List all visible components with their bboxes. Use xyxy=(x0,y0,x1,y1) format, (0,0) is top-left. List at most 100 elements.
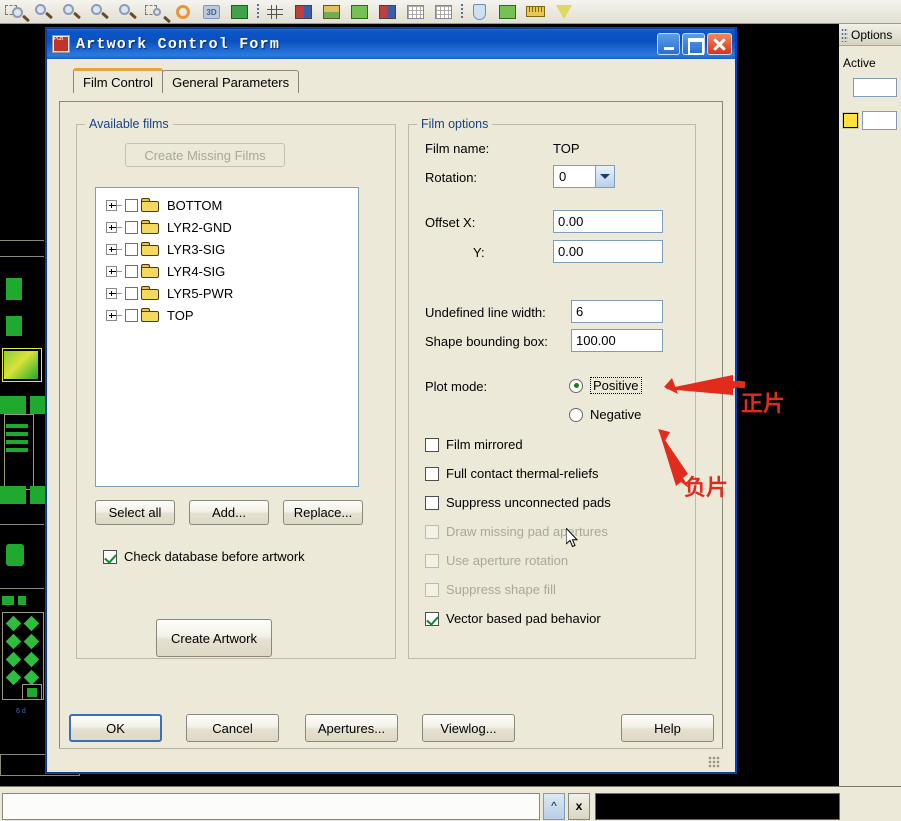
film-checkbox[interactable] xyxy=(125,242,138,256)
color-swatch-icon[interactable] xyxy=(842,112,859,129)
plot-mode-label: Plot mode: xyxy=(425,379,488,394)
dialog-titlebar[interactable]: Artwork Control Form xyxy=(47,29,735,59)
cancel-button[interactable]: Cancel xyxy=(186,714,279,742)
film-checkbox[interactable] xyxy=(125,286,138,300)
help-button[interactable]: Help xyxy=(621,714,714,742)
plot-mode-positive-radio[interactable] xyxy=(569,378,583,393)
expand-icon[interactable] xyxy=(106,243,117,255)
rotation-select[interactable]: 0 xyxy=(553,165,615,188)
zoom-window-icon[interactable] xyxy=(142,1,170,23)
film-checkbox[interactable] xyxy=(125,264,138,278)
expand-icon[interactable] xyxy=(106,287,117,299)
full-contact-thermal-reliefs-row[interactable]: Full contact thermal-reliefs xyxy=(425,466,598,481)
drill-legend-icon[interactable] xyxy=(290,1,318,23)
padstack-icon[interactable] xyxy=(318,1,346,23)
zoom-out-icon[interactable] xyxy=(58,1,86,23)
active-subclass-field[interactable] xyxy=(862,111,897,130)
color-setup-icon[interactable] xyxy=(226,1,254,23)
apertures-label: Apertures... xyxy=(317,720,386,736)
expand-icon[interactable] xyxy=(106,199,117,211)
command-input[interactable] xyxy=(2,793,540,820)
dialog-statusbar xyxy=(59,748,723,770)
viewlog-button[interactable]: Viewlog... xyxy=(422,714,515,742)
films-tree[interactable]: BOTTOM LYR2-GND LYR3-SIG LYR4-SIG LYR5-P… xyxy=(95,187,359,487)
chevron-down-icon[interactable] xyxy=(595,166,614,187)
vector-based-pad-behavior-checkbox[interactable] xyxy=(425,611,439,626)
plot-mode-negative-label: Negative xyxy=(590,407,642,422)
zoom-previous-icon[interactable] xyxy=(114,1,142,23)
ruler-icon[interactable] xyxy=(522,1,550,23)
offset-x-input[interactable]: 0.00 xyxy=(553,210,663,233)
dialog-title: Artwork Control Form xyxy=(76,35,281,53)
redraw-circle-icon[interactable] xyxy=(170,1,198,23)
wedge-icon[interactable] xyxy=(550,1,578,23)
options-panel: Options Active xyxy=(838,24,901,786)
add-button[interactable]: Add... xyxy=(189,500,269,525)
matrix-icon[interactable] xyxy=(430,1,458,23)
film-row-top[interactable]: TOP xyxy=(96,304,358,326)
shield-icon[interactable] xyxy=(466,1,494,23)
film-name-label: Film name: xyxy=(425,141,490,156)
view-3d-icon[interactable]: 3D xyxy=(198,1,226,23)
select-all-button[interactable]: Select all xyxy=(95,500,175,525)
grid-icon[interactable] xyxy=(262,1,290,23)
active-subclass-row xyxy=(842,111,897,130)
film-mirrored-checkbox[interactable] xyxy=(425,437,439,452)
plot-mode-negative-radio-row[interactable]: Negative xyxy=(569,407,641,422)
shape-bounding-box-input[interactable]: 100.00 xyxy=(571,329,663,352)
expand-icon[interactable] xyxy=(106,265,117,277)
film-row-lyr3-sig[interactable]: LYR3-SIG xyxy=(96,238,358,260)
app-toolbar: 3D xyxy=(0,0,901,24)
offset-y-input[interactable]: 0.00 xyxy=(553,240,663,263)
replace-button[interactable]: Replace... xyxy=(283,500,363,525)
suppress-unconnected-pads-checkbox[interactable] xyxy=(425,495,439,510)
create-missing-films-button[interactable]: Create Missing Films xyxy=(125,143,285,167)
ok-button[interactable]: OK xyxy=(69,714,162,742)
select-all-label: Select all xyxy=(108,505,162,520)
check-database-checkbox[interactable] xyxy=(103,549,117,564)
window-buttons xyxy=(657,33,732,55)
table-icon[interactable] xyxy=(402,1,430,23)
layer-stack-icon[interactable] xyxy=(374,1,402,23)
plot-mode-positive-radio-row[interactable]: Positive xyxy=(569,377,642,394)
film-row-lyr5-pwr[interactable]: LYR5-PWR xyxy=(96,282,358,304)
resize-grip-icon[interactable] xyxy=(708,756,720,768)
tab-general-parameters[interactable]: General Parameters xyxy=(162,70,300,93)
expand-icon[interactable] xyxy=(106,221,117,233)
create-artwork-button[interactable]: Create Artwork xyxy=(156,619,272,657)
active-class-field[interactable] xyxy=(853,78,897,97)
zoom-area-icon[interactable] xyxy=(2,1,30,23)
options-panel-header[interactable]: Options xyxy=(839,24,901,46)
undefined-line-width-input[interactable]: 6 xyxy=(571,300,663,323)
film-row-lyr2-gnd[interactable]: LYR2-GND xyxy=(96,216,358,238)
panel-grip-icon[interactable] xyxy=(841,27,848,42)
undefined-line-width-label: Undefined line width: xyxy=(425,305,546,320)
film-checkbox[interactable] xyxy=(125,198,138,212)
command-history-up-icon[interactable]: ^ xyxy=(543,793,565,820)
film-row-bottom[interactable]: BOTTOM xyxy=(96,194,358,216)
thermal-icon[interactable] xyxy=(346,1,374,23)
vector-based-pad-behavior-row[interactable]: Vector based pad behavior xyxy=(425,611,601,626)
full-contact-thermal-reliefs-checkbox[interactable] xyxy=(425,466,439,481)
film-mirrored-row[interactable]: Film mirrored xyxy=(425,437,523,452)
expand-icon[interactable] xyxy=(106,309,117,321)
check-database-row[interactable]: Check database before artwork xyxy=(103,549,305,564)
film-checkbox[interactable] xyxy=(125,220,138,234)
minimize-button[interactable] xyxy=(657,33,680,55)
draw-missing-pad-apertures-row: Draw missing pad apertures xyxy=(425,524,608,539)
command-bar-right-pad xyxy=(843,787,901,821)
suppress-unconnected-pads-row[interactable]: Suppress unconnected pads xyxy=(425,495,611,510)
tab-film-control[interactable]: Film Control xyxy=(73,68,164,93)
maximize-button[interactable] xyxy=(682,33,705,55)
command-clear-icon[interactable]: x xyxy=(568,793,590,820)
ratsnest-icon[interactable] xyxy=(494,1,522,23)
suppress-shape-fill-row: Suppress shape fill xyxy=(425,582,556,597)
plot-mode-negative-radio[interactable] xyxy=(569,407,583,422)
help-label: Help xyxy=(654,720,681,736)
close-button[interactable] xyxy=(707,33,732,55)
apertures-button[interactable]: Apertures... xyxy=(305,714,398,742)
zoom-fit-icon[interactable] xyxy=(86,1,114,23)
film-row-lyr4-sig[interactable]: LYR4-SIG xyxy=(96,260,358,282)
film-checkbox[interactable] xyxy=(125,308,138,322)
zoom-in-icon[interactable] xyxy=(30,1,58,23)
